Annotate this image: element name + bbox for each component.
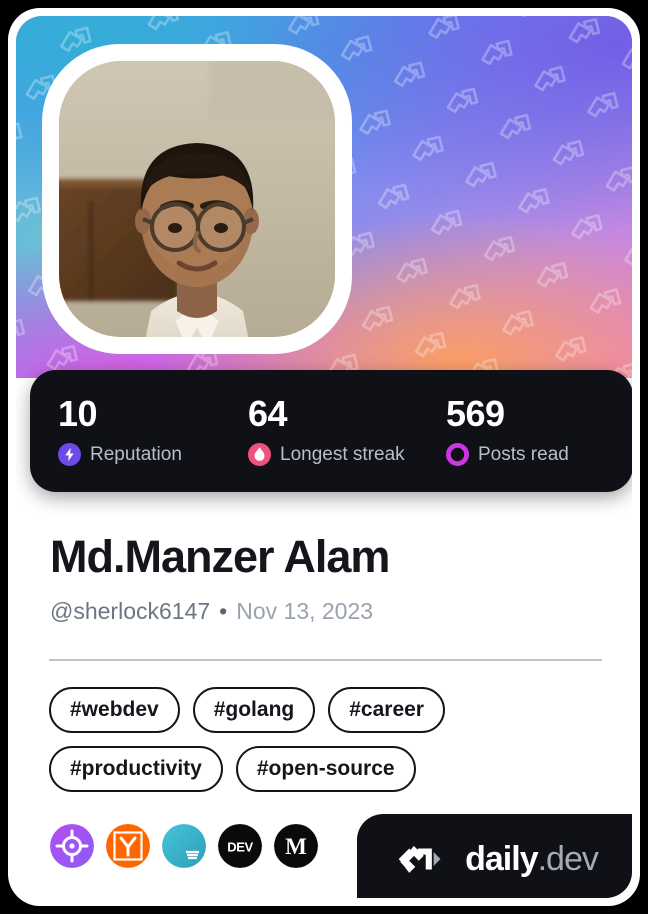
hacker-news-source-icon[interactable] [106,824,150,868]
page-title: Md.Manzer Alam [50,531,390,582]
daily-dev-logo-icon [398,845,441,873]
daily-dev-source-icon[interactable] [50,824,94,868]
sources-list: DEV M [50,824,318,868]
divider [49,659,602,661]
brand-text: daily.dev [465,840,599,878]
meta-separator: • [219,598,228,624]
avatar [42,44,352,354]
stat-label: Reputation [90,444,182,465]
tag-chip[interactable]: #open-source [235,746,416,793]
dev-to-source-icon[interactable]: DEV [218,824,262,868]
joined-date: Nov 13, 2023 [236,598,374,624]
profile-meta: @sherlock6147 • Nov 13, 2023 [50,600,373,623]
posts-read-ring-icon [446,443,469,466]
brand-suffix: .dev [537,840,599,878]
tag-chip[interactable]: #golang [192,687,316,734]
stat-posts-read: 569 Posts read [418,396,623,466]
reputation-bolt-icon [58,443,81,466]
svg-text:DEV: DEV [227,840,253,855]
stat-value: 64 [248,393,288,434]
profile-handle: @sherlock6147 [50,598,211,624]
medium-source-icon[interactable]: M [274,824,318,868]
avatar-photo [59,61,335,337]
stat-reputation: 10 Reputation [30,396,220,466]
card-body: Md.Manzer Alam @sherlock6147 • Nov 13, 2… [16,492,632,898]
brand-name: daily [465,840,538,878]
devcard[interactable]: 10 Reputation 64 Longest streak 569 Post… [8,8,640,906]
tags-list: #webdev #golang #career #productivity #o… [49,687,619,793]
stat-label: Longest streak [280,444,405,465]
tag-chip[interactable]: #webdev [49,687,180,734]
hashnode-source-icon[interactable] [162,824,206,868]
tag-chip[interactable]: #career [328,687,445,734]
stat-value: 569 [446,393,505,434]
cover-banner [16,16,632,378]
stat-label: Posts read [478,444,569,465]
stat-longest-streak: 64 Longest streak [220,396,418,466]
svg-text:M: M [285,834,307,859]
stats-bar: 10 Reputation 64 Longest streak 569 Post… [30,370,632,492]
streak-flame-icon [248,443,271,466]
devcard-inner: 10 Reputation 64 Longest streak 569 Post… [16,16,632,898]
stat-value: 10 [58,393,98,434]
tag-chip[interactable]: #productivity [49,746,223,793]
daily-dev-brand-badge: daily.dev [357,814,632,898]
